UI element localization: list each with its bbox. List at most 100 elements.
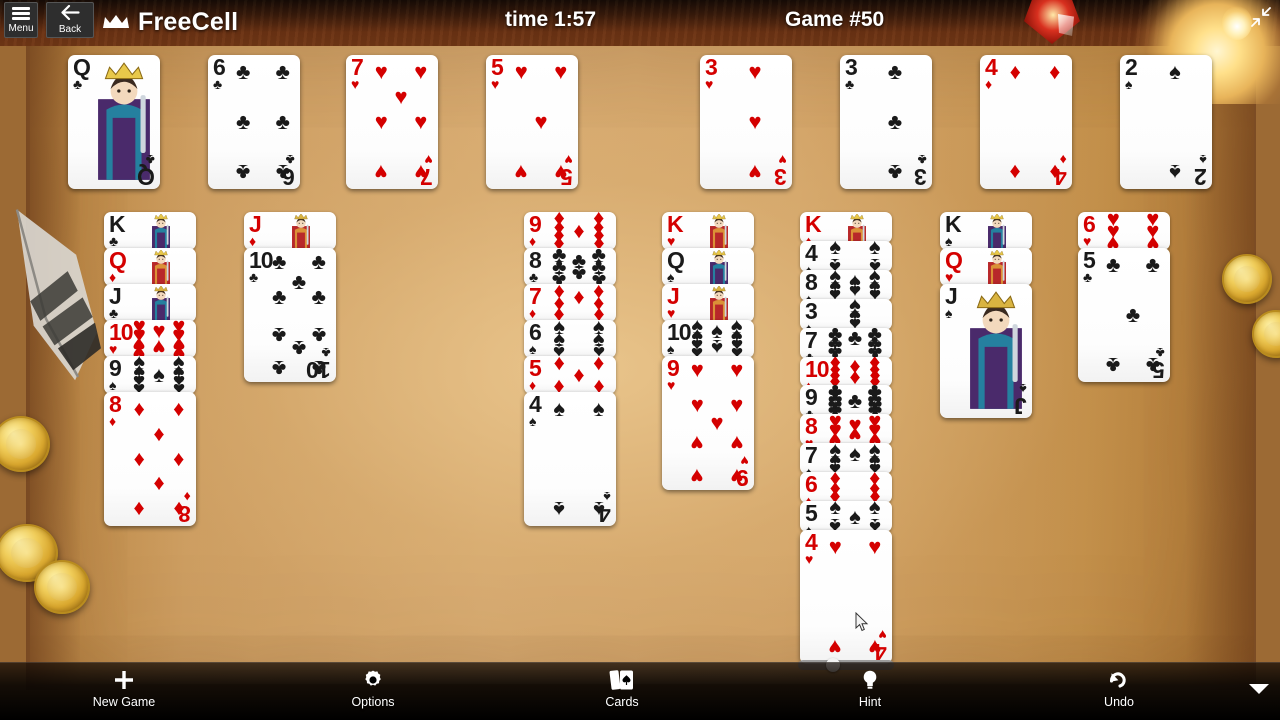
options-label: Options <box>351 695 395 709</box>
playing-card[interactable]: 8 ♦ ♦ ♦ ♦ ♦ ♦ ♦ ♦ ♦ 8 ♦ <box>104 392 196 526</box>
card-pip-layout: ♠ ♠ ♠ ♠ ♠ <box>826 501 884 532</box>
playing-card[interactable]: Q ♥ <box>940 248 1032 286</box>
court-card-art <box>130 214 192 250</box>
card-rank-corner-bottom: 4 ♦ <box>1055 152 1067 189</box>
card-pip: ♦ <box>1009 58 1021 84</box>
card-pip: ♥ <box>748 160 762 186</box>
timer-display: time 1:57 <box>505 8 597 31</box>
playing-card[interactable]: 8 ♣ ♣ ♣ ♣ ♣ ♣ ♣ ♣ ♣ <box>524 248 616 286</box>
playing-card[interactable]: 4 ♥ ♥ ♥ ♥ ♥ 4 ♥ <box>800 530 892 664</box>
card-pip: ♠ <box>153 362 165 387</box>
playing-card[interactable]: 3 ♣ ♣ ♣ ♣ 3 ♣ <box>840 55 932 189</box>
playing-card[interactable]: 6 ♦ ♦ ♦ ♦ ♦ ♦ ♦ <box>800 472 892 504</box>
playing-card[interactable]: K ♠ <box>940 212 1032 250</box>
card-rank-corner: 3 ♥ <box>705 55 718 92</box>
card-pip: ♦ <box>553 356 565 375</box>
card-pip: ♥ <box>690 357 704 383</box>
cards-button[interactable]: Cards <box>562 666 682 718</box>
card-pip-layout: ♦ ♦ ♦ ♦ ♦ ♦ ♦ ♦ ♦ ♦ <box>826 357 884 388</box>
menu-button-label: Menu <box>8 23 34 35</box>
playing-card[interactable]: 4 ♦ ♦ ♦ ♦ ♦ 4 ♦ <box>980 55 1072 189</box>
card-pip: ♣ <box>291 335 307 361</box>
playing-card[interactable]: Q ♣ Q ♣ <box>68 55 160 189</box>
playing-card[interactable]: 3 ♥ ♥ ♥ ♥ 3 ♥ <box>700 55 792 189</box>
card-pip: ♦ <box>133 395 145 421</box>
card-pip: ♣ <box>311 284 326 310</box>
card-pip: ♣ <box>236 58 251 84</box>
card-rank-corner: 4 ♦ <box>985 55 998 92</box>
playing-card[interactable]: 4 ♠ ♠ ♠ ♠ ♠ 4 ♠ <box>524 392 616 526</box>
playing-card[interactable]: 6 ♥ ♥ ♥ ♥ ♥ ♥ ♥ <box>1078 212 1170 250</box>
playing-card[interactable]: 7 ♦ ♦ ♦ ♦ ♦ ♦ ♦ ♦ <box>524 284 616 322</box>
card-rank-corner: 7 ♠ <box>805 443 818 475</box>
playing-card[interactable]: J ♠ J ♠ <box>940 284 1032 418</box>
card-pip-layout: ♣ ♣ ♣ ♣ ♣ ♣ ♣ <box>826 328 884 359</box>
card-rank-corner: J ♣ <box>109 284 122 321</box>
playing-card[interactable]: 10 ♥ ♥ ♥ ♥ ♥ ♥ ♥ ♥ ♥ ♥ ♥ <box>104 320 196 358</box>
playing-card[interactable]: 5 ♦ ♦ ♦ ♦ ♦ ♦ <box>524 356 616 394</box>
card-rank-corner: 6 ♥ <box>1083 212 1096 249</box>
card-pip-layout: ♦ ♦ ♦ ♦ ♦ <box>550 356 608 394</box>
playing-card[interactable]: 6 ♣ ♣ ♣ ♣ ♣ ♣ ♣ 6 ♣ <box>208 55 300 189</box>
playing-card[interactable]: 5 ♠ ♠ ♠ ♠ ♠ ♠ <box>800 501 892 532</box>
playing-card[interactable]: Q ♠ <box>662 248 754 286</box>
card-rank-corner: 7 ♦ <box>529 284 542 321</box>
hint-button[interactable]: Hint <box>810 666 930 718</box>
restore-down-icon[interactable] <box>1250 6 1272 28</box>
toolbar-divider <box>0 662 1280 663</box>
back-button[interactable]: Back <box>46 2 94 38</box>
card-rank-corner-bottom: 2 ♠ <box>1195 152 1207 189</box>
playing-card[interactable]: K ♥ <box>662 212 754 250</box>
playing-card[interactable]: 9 ♦ ♦ ♦ ♦ ♦ ♦ ♦ ♦ ♦ ♦ <box>524 212 616 250</box>
card-pip: ♣ <box>1106 251 1121 277</box>
card-rank-corner: 3 ♣ <box>845 55 858 92</box>
card-pip: ♣ <box>291 269 307 295</box>
playing-card[interactable]: 7 ♥ ♥ ♥ ♥ ♥ ♥ ♥ ♥ 7 ♥ <box>346 55 438 189</box>
playing-card[interactable]: 8 ♥ ♥ ♥ ♥ ♥ ♥ ♥ ♥ ♥ <box>800 414 892 446</box>
page-title: FreeCell <box>138 7 239 36</box>
playing-card[interactable]: 5 ♣ ♣ ♣ ♣ ♣ ♣ 5 ♣ <box>1078 248 1170 382</box>
playing-card[interactable]: 4 ♠ ♠ ♠ ♠ ♠ <box>800 240 892 272</box>
card-rank-corner: 4 ♠ <box>805 240 818 272</box>
playing-card[interactable]: 7 ♣ ♣ ♣ ♣ ♣ ♣ ♣ ♣ <box>800 327 892 359</box>
options-button[interactable]: Options <box>313 666 433 718</box>
court-card-art <box>270 214 332 250</box>
playing-card[interactable]: 10 ♦ ♦ ♦ ♦ ♦ ♦ ♦ ♦ ♦ ♦ ♦ <box>800 356 892 388</box>
card-pip: ♠ <box>849 503 861 529</box>
playing-card[interactable]: J ♦ <box>244 212 336 250</box>
playing-card[interactable]: 9 ♠ ♠ ♠ ♠ ♠ ♠ ♠ ♠ ♠ ♠ <box>104 356 196 394</box>
playing-card[interactable]: 5 ♥ ♥ ♥ ♥ ♥ ♥ 5 ♥ <box>486 55 578 189</box>
playing-card[interactable]: 3 ♠ ♠ ♠ ♠ <box>800 298 892 330</box>
playing-card[interactable]: Q ♦ <box>104 248 196 286</box>
menu-button[interactable]: Menu <box>4 2 38 38</box>
card-pip: ♦ <box>173 446 185 471</box>
playing-card[interactable]: J ♥ <box>662 284 754 322</box>
card-pip-layout: ♠ ♠ ♠ ♠ ♠ ♠ <box>550 320 608 358</box>
playing-card[interactable]: 10 ♣ ♣ ♣ ♣ ♣ ♣ ♣ ♣ ♣ ♣ ♣ 10 ♣ <box>244 248 336 382</box>
playing-card[interactable]: K ♦ <box>800 212 892 243</box>
playing-card[interactable]: 2 ♠ ♠ ♠ 2 ♠ <box>1120 55 1212 189</box>
playing-card[interactable]: 7 ♠ ♠ ♠ ♠ ♠ ♠ ♠ ♠ <box>800 443 892 475</box>
card-pip: ♣ <box>847 387 863 413</box>
card-rank-corner: 5 ♣ <box>1083 248 1096 285</box>
undo-button[interactable]: Undo <box>1059 666 1179 718</box>
court-card-art <box>966 250 1028 286</box>
gold-coin <box>1222 254 1272 304</box>
card-rank-corner-bottom: 3 ♣ <box>915 152 927 189</box>
playing-card[interactable]: 10 ♠ ♠ ♠ ♠ ♠ ♠ ♠ ♠ ♠ ♠ ♠ <box>662 320 754 358</box>
crown-icon <box>103 15 129 28</box>
card-pip: ♦ <box>153 472 165 498</box>
card-pip: ♥ <box>690 431 704 457</box>
playing-card[interactable]: K ♣ <box>104 212 196 250</box>
playing-card[interactable]: 9 ♣ ♣ ♣ ♣ ♣ ♣ ♣ ♣ ♣ ♣ <box>800 385 892 417</box>
card-pip: ♠ <box>553 395 566 421</box>
playing-card[interactable]: 8 ♠ ♠ ♠ ♠ ♠ ♠ ♠ ♠ ♠ <box>800 269 892 301</box>
card-rank-corner: J ♥ <box>667 284 680 321</box>
card-rank-corner: 8 ♥ <box>805 414 818 446</box>
playing-card[interactable]: 9 ♥ ♥ ♥ ♥ ♥ ♥ ♥ ♥ ♥ ♥ 9 ♥ <box>662 356 754 490</box>
playing-card[interactable]: J ♣ <box>104 284 196 322</box>
playing-card[interactable]: 6 ♠ ♠ ♠ ♠ ♠ ♠ ♠ <box>524 320 616 358</box>
new-game-button[interactable]: New Game <box>64 666 184 718</box>
chevron-down-icon[interactable] <box>1248 682 1270 696</box>
card-pip-layout: ♠ ♠ ♠ ♠ <box>826 241 884 272</box>
